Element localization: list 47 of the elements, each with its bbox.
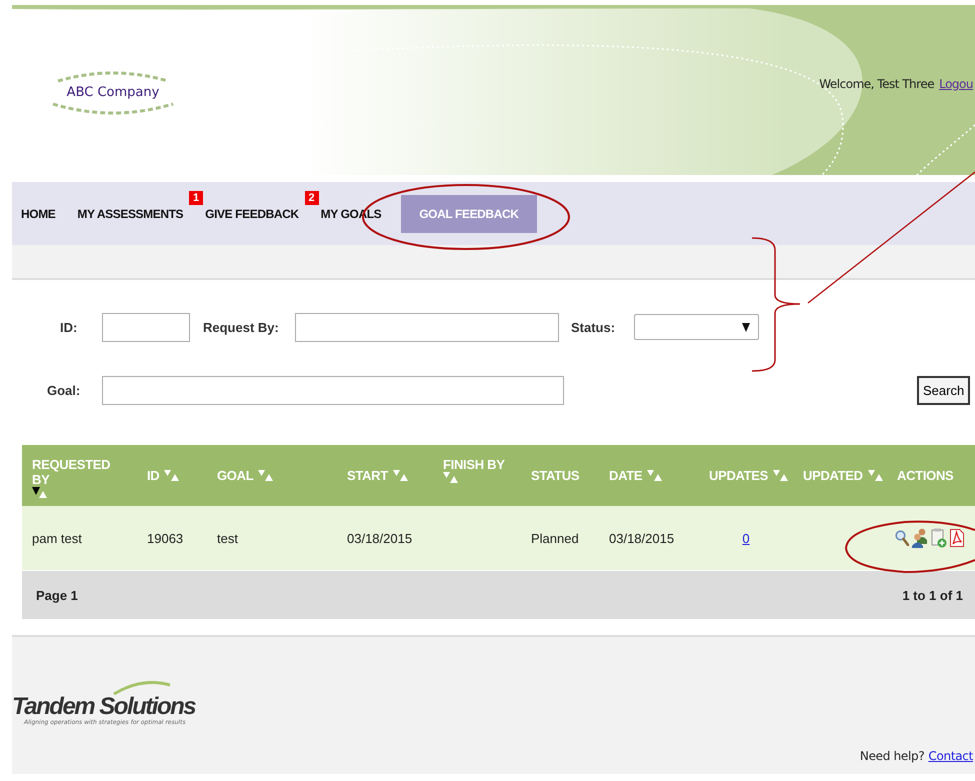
magnifier-icon[interactable] — [895, 530, 909, 546]
count-badge: 2 — [304, 190, 319, 204]
table-cell: pam test — [32, 530, 82, 546]
column-header[interactable]: START — [347, 468, 388, 483]
caret-icon — [742, 322, 750, 332]
welcome-text: Welcome, Test Three — [819, 77, 934, 91]
field-label: ID: — [60, 320, 78, 334]
pdf-icon[interactable] — [950, 529, 964, 547]
logout-link[interactable]: Logou — [939, 77, 973, 91]
nav-tab[interactable]: MY ASSESSMENTS — [77, 196, 184, 232]
column-header[interactable]: UPDATED — [803, 468, 863, 483]
table-cell: 19063 — [147, 530, 184, 546]
column-header[interactable]: ACTIONS — [897, 468, 954, 483]
field-label: Request By: — [203, 320, 280, 334]
request-by-input[interactable] — [295, 312, 559, 342]
field-label: Goal: — [47, 382, 82, 398]
search-button[interactable]: Search — [917, 376, 970, 404]
column-header[interactable]: ID — [147, 468, 160, 483]
table-cell: 03/18/2015 — [347, 530, 412, 546]
table-cell: 03/18/2015 — [609, 530, 674, 546]
updates-link[interactable]: 0 — [742, 530, 750, 546]
nav-tab[interactable]: HOME — [21, 196, 56, 232]
results-range: 1 to 1 of 1 — [902, 588, 963, 602]
column-header[interactable]: DATE — [609, 468, 642, 483]
swoosh-icon — [112, 681, 172, 695]
column-header[interactable]: FINISH BY — [443, 457, 505, 472]
page-indicator: Page 1 — [36, 588, 78, 602]
table-cell: test — [217, 530, 238, 546]
contact-link[interactable]: Contact — [928, 749, 973, 763]
nav-tab[interactable]: GIVE FEEDBACK — [205, 196, 299, 232]
column-header[interactable]: STATUS — [531, 468, 580, 483]
people-icon[interactable] — [912, 528, 928, 548]
column-header[interactable]: UPDATES — [709, 468, 768, 483]
field-label: Status: — [571, 320, 616, 334]
id-input[interactable] — [102, 312, 190, 342]
table-cell: Planned — [531, 530, 579, 546]
status-dropdown[interactable] — [634, 314, 759, 340]
sort-icon[interactable] — [32, 487, 47, 498]
goal-input[interactable] — [102, 376, 564, 404]
nav-tab[interactable]: GOAL FEEDBACK — [401, 194, 536, 232]
count-badge: 1 — [189, 190, 204, 204]
brand-name: Tandem Solutions — [12, 695, 196, 719]
column-header[interactable]: GOAL — [217, 468, 254, 483]
document-add-icon[interactable] — [931, 528, 947, 548]
column-header[interactable]: REQUESTED BY — [32, 457, 120, 487]
help-text: Need help? — [860, 749, 924, 763]
company-name: ABC Company — [66, 84, 160, 102]
